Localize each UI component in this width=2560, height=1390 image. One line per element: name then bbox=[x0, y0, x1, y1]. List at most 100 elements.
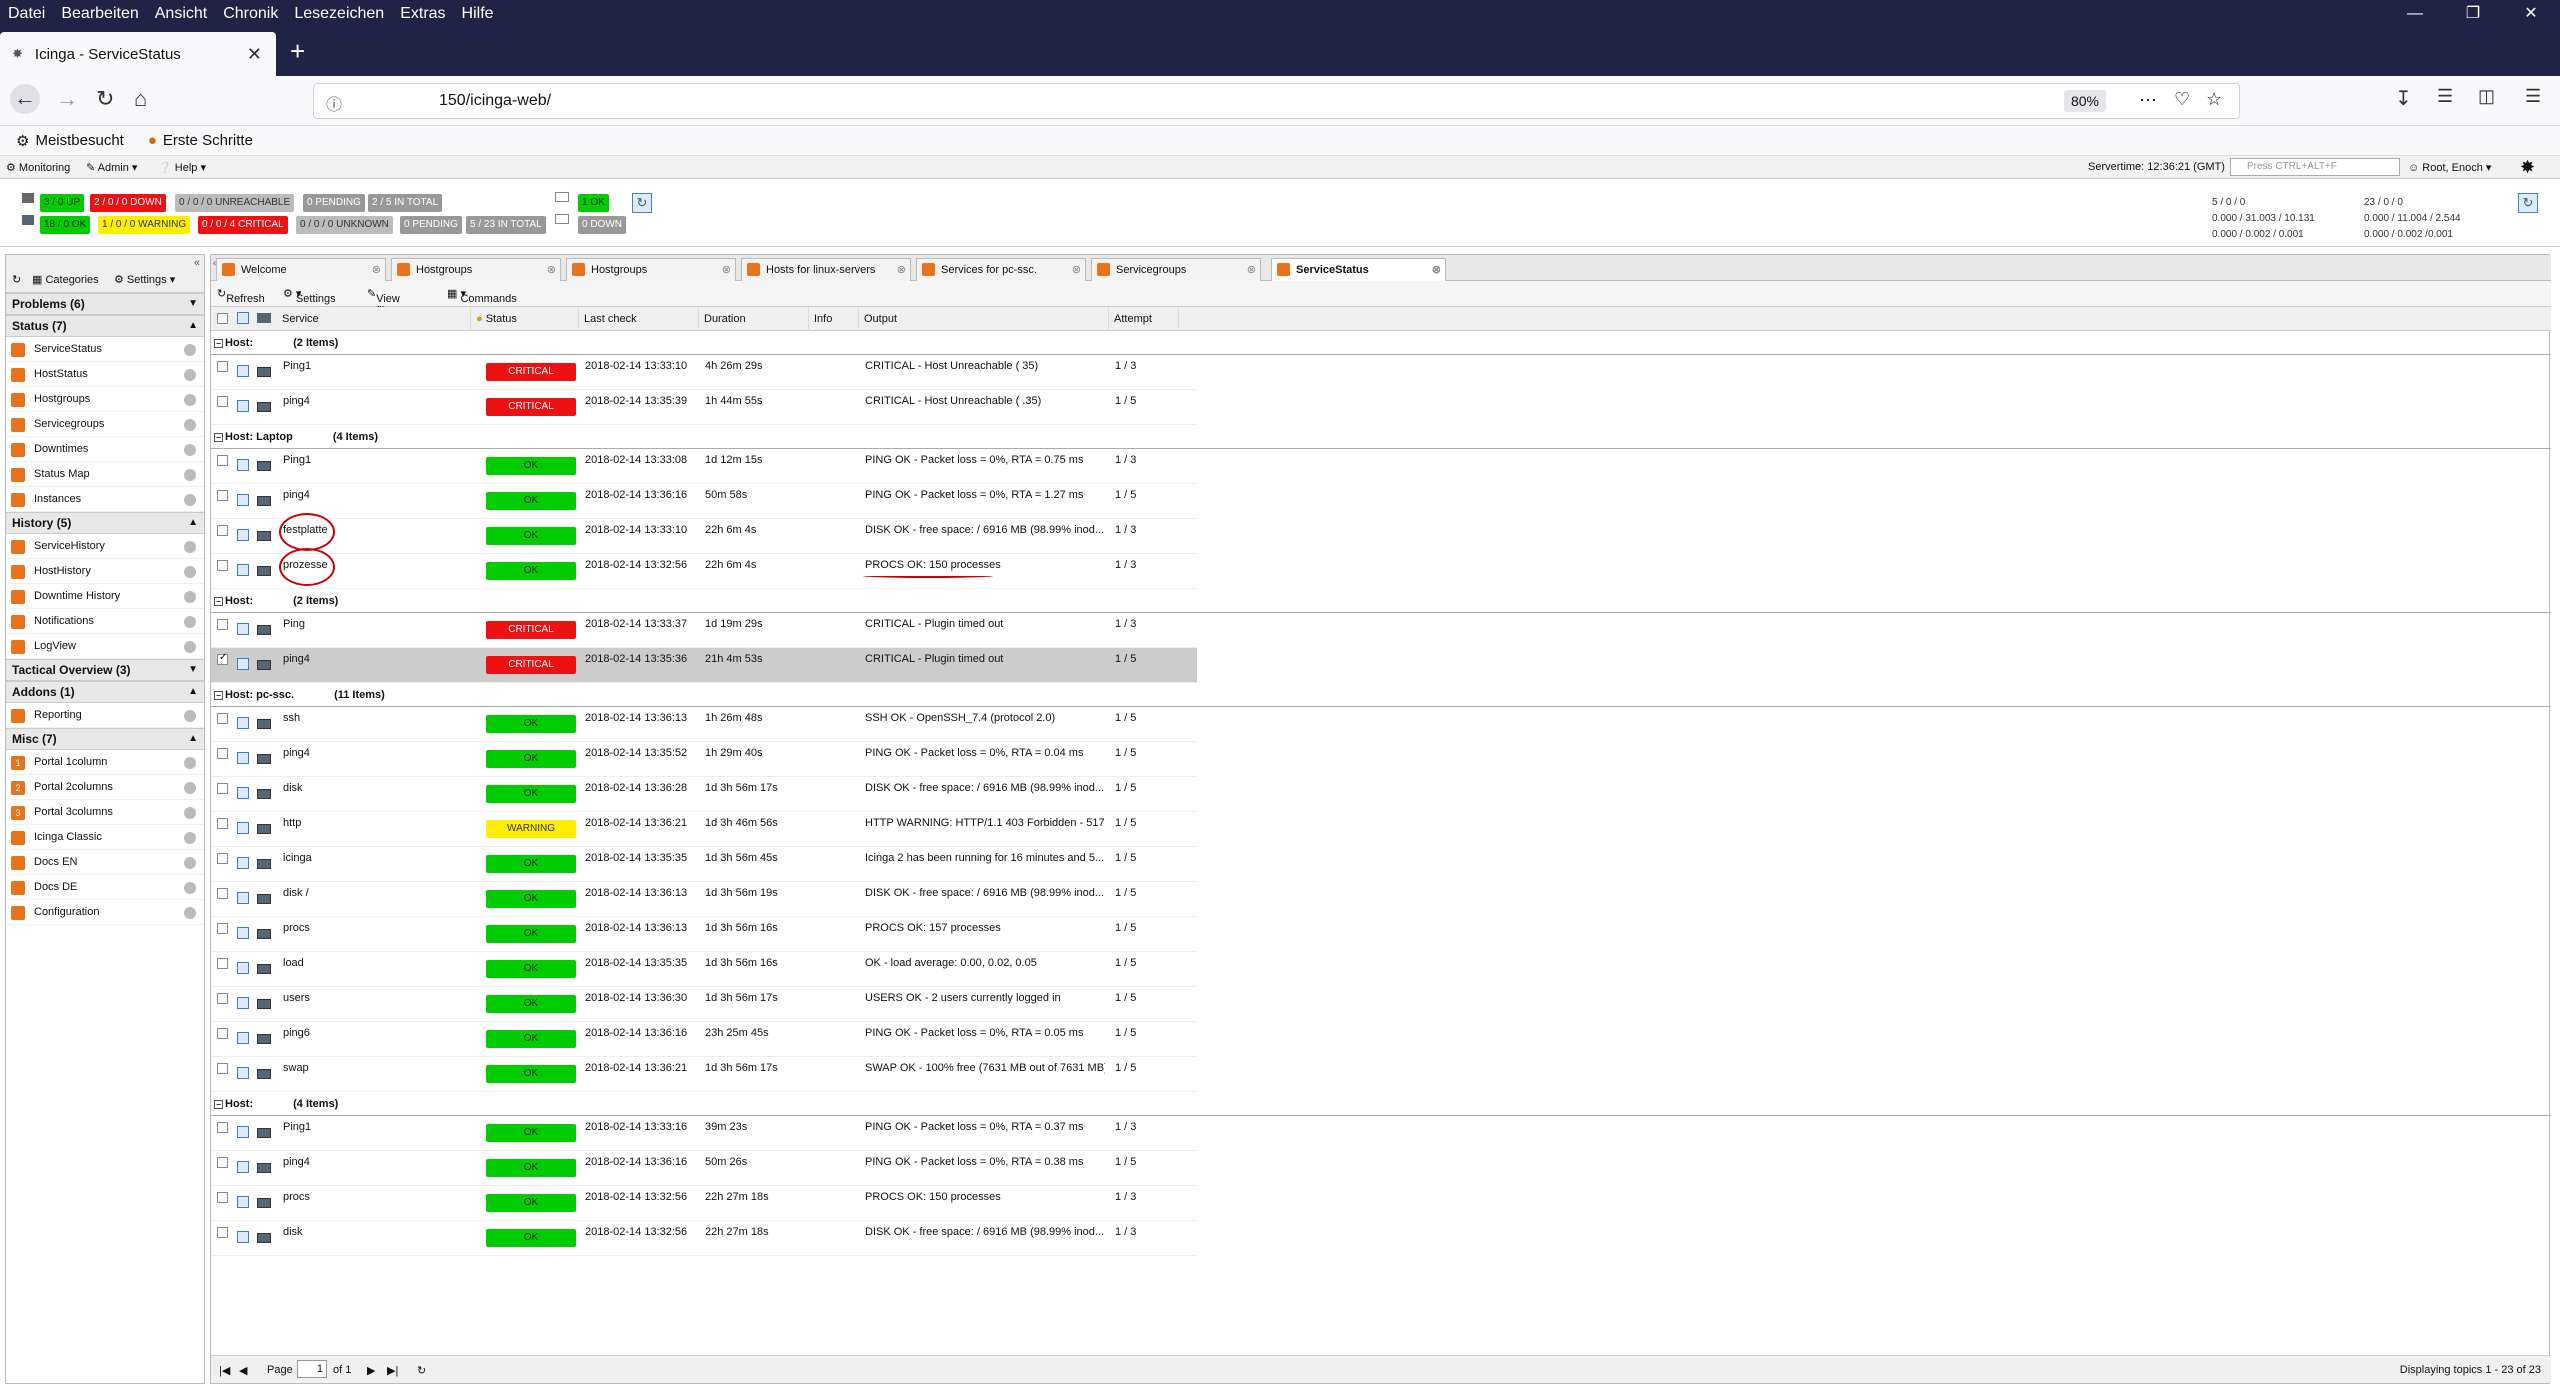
workspace-tab[interactable]: Hostgroups ⊗ bbox=[566, 258, 736, 281]
info-icon[interactable]: ⓘ bbox=[326, 91, 342, 115]
chevron-icon[interactable]: ▲ bbox=[188, 316, 198, 336]
column-info[interactable]: Info bbox=[809, 307, 859, 331]
sidebar-settings-button[interactable]: ⚙ Settings ▾ bbox=[114, 273, 175, 286]
service-graph-icon[interactable] bbox=[257, 625, 271, 635]
table-row[interactable]: ping6 OK 2018-02-14 13:36:16 23h 25m 45s PIN… bbox=[211, 1022, 1197, 1057]
row-checkbox[interactable] bbox=[217, 1227, 228, 1238]
group-toggle-icon[interactable]: − bbox=[214, 597, 223, 606]
hosts-up[interactable]: 3 / 0 UP bbox=[40, 194, 85, 212]
table-row[interactable]: Ping1 CRITICAL 2018-02-14 13:33:10 4h 26m 2… bbox=[211, 355, 1197, 390]
close-tab-icon[interactable]: ⊗ bbox=[372, 259, 381, 281]
row-checkbox[interactable] bbox=[217, 490, 228, 501]
hamburger-menu-icon[interactable]: ☰ bbox=[2525, 86, 2541, 107]
forward-icon[interactable]: → bbox=[56, 86, 78, 112]
prev-page-icon[interactable]: ◀ bbox=[239, 1364, 247, 1377]
workspace-tab[interactable]: Servicegroups ⊗ bbox=[1091, 258, 1261, 281]
table-row[interactable]: users OK 2018-02-14 13:36:30 1d 3h 56m 17s U… bbox=[211, 987, 1197, 1022]
refresh-button[interactable]: ↻ Refresh bbox=[217, 287, 265, 305]
service-info-icon[interactable] bbox=[237, 494, 249, 506]
group-toggle-icon[interactable]: − bbox=[214, 339, 223, 348]
monitoring-menu[interactable]: ⚙ Monitoring bbox=[6, 161, 70, 174]
workspace-tab[interactable]: ServiceStatus ⊗ bbox=[1271, 258, 1446, 281]
browser-tab-active[interactable]: ✸ Icinga - ServiceStatus ✕ bbox=[0, 32, 276, 76]
service-info-icon[interactable] bbox=[237, 1067, 249, 1079]
service-name[interactable]: users bbox=[283, 992, 310, 1004]
service-info-icon[interactable] bbox=[237, 1231, 249, 1243]
service-info-icon[interactable] bbox=[237, 623, 249, 635]
services-total[interactable]: 5 / 23 IN TOTAL bbox=[466, 216, 546, 234]
row-checkbox[interactable] bbox=[217, 1122, 228, 1133]
sidebar-item[interactable]: HostStatus bbox=[6, 362, 204, 387]
next-page-icon[interactable]: ▶ bbox=[367, 1364, 375, 1377]
service-name[interactable]: Ping1 bbox=[283, 1121, 311, 1133]
commands-button[interactable]: ▦ Commands ▾ bbox=[447, 287, 517, 305]
service-name[interactable]: Ping bbox=[283, 618, 305, 630]
categories-button[interactable]: ▦ Categories bbox=[32, 273, 99, 286]
service-graph-icon[interactable] bbox=[257, 1198, 271, 1208]
service-name[interactable]: ping6 bbox=[283, 1027, 310, 1039]
hosts-down[interactable]: 2 / 0 / 0 DOWN bbox=[90, 194, 166, 212]
service-graph-icon[interactable] bbox=[257, 402, 271, 412]
sidebar-item[interactable]: Downtimes bbox=[6, 437, 204, 462]
menu-chronik[interactable]: Chronik bbox=[223, 5, 278, 23]
service-graph-icon[interactable] bbox=[257, 660, 271, 670]
service-info-icon[interactable] bbox=[237, 752, 249, 764]
service-name[interactable]: ping4 bbox=[283, 1156, 310, 1168]
service-graph-icon[interactable] bbox=[257, 754, 271, 764]
chevron-icon[interactable]: ▲ bbox=[188, 682, 198, 702]
table-row[interactable]: ssh OK 2018-02-14 13:36:13 1h 26m 48s SSH OK… bbox=[211, 707, 1197, 742]
sidebar-section-header[interactable]: History (5) ▲ bbox=[6, 512, 204, 534]
service-info-icon[interactable] bbox=[237, 892, 249, 904]
service-graph-icon[interactable] bbox=[257, 1128, 271, 1138]
column-service[interactable]: Service bbox=[277, 307, 471, 331]
sidebar-item[interactable]: Hostgroups bbox=[6, 387, 204, 412]
service-info-icon[interactable] bbox=[237, 927, 249, 939]
service-name[interactable]: procs bbox=[283, 1191, 310, 1203]
close-tab-icon[interactable]: ⊗ bbox=[1072, 259, 1081, 281]
row-checkbox[interactable] bbox=[217, 560, 228, 571]
table-row[interactable]: disk OK 2018-02-14 13:32:56 22h 27m 18s DISK… bbox=[211, 1221, 1197, 1256]
service-graph-icon[interactable] bbox=[257, 496, 271, 506]
row-checkbox[interactable] bbox=[217, 748, 228, 759]
column-attempt[interactable]: Attempt bbox=[1109, 307, 1179, 331]
row-checkbox[interactable] bbox=[217, 619, 228, 630]
row-checkbox[interactable] bbox=[217, 923, 228, 934]
row-checkbox[interactable]: ✓ bbox=[217, 652, 228, 665]
service-info-icon[interactable] bbox=[237, 400, 249, 412]
sidebar-item[interactable]: LogView bbox=[6, 634, 204, 659]
sidebar-item[interactable]: Reporting bbox=[6, 703, 204, 728]
table-row[interactable]: Ping1 OK 2018-02-14 13:33:08 1d 12m 15s PING… bbox=[211, 449, 1197, 484]
restore-icon[interactable]: ❐ bbox=[2444, 0, 2502, 27]
table-row[interactable]: ✓ ping4 CRITICAL 2018-02-14 13:35:36 21h 4m … bbox=[211, 648, 1197, 683]
view-filter-button[interactable]: ✎ View filter bbox=[367, 287, 400, 317]
row-checkbox[interactable] bbox=[217, 361, 228, 372]
table-row[interactable]: ping4 OK 2018-02-14 13:36:16 50m 58s PING OK… bbox=[211, 484, 1197, 519]
service-graph-icon[interactable] bbox=[257, 964, 271, 974]
service-info-icon[interactable] bbox=[237, 529, 249, 541]
table-row[interactable]: procs OK 2018-02-14 13:36:13 1d 3h 56m 16s P… bbox=[211, 917, 1197, 952]
service-graph-icon[interactable] bbox=[257, 461, 271, 471]
menu-datei[interactable]: Datei bbox=[8, 5, 45, 23]
service-graph-icon[interactable] bbox=[257, 1233, 271, 1243]
home-icon[interactable]: ⌂ bbox=[134, 86, 147, 112]
column-last-check[interactable]: Last check bbox=[579, 307, 699, 331]
service-info-icon[interactable] bbox=[237, 1032, 249, 1044]
service-info-icon[interactable] bbox=[237, 1126, 249, 1138]
menu-ansicht[interactable]: Ansicht bbox=[155, 5, 207, 23]
minimize-icon[interactable]: — bbox=[2386, 0, 2444, 27]
close-tab-icon[interactable]: ⊗ bbox=[897, 259, 906, 281]
service-name[interactable]: ping4 bbox=[283, 747, 310, 759]
services-ok[interactable]: 18 / 0 OK bbox=[40, 216, 91, 234]
service-graph-icon[interactable] bbox=[257, 1163, 271, 1173]
grid-settings-button[interactable]: ⚙ Settings ▾ bbox=[283, 287, 336, 305]
bookmark-meistbesucht[interactable]: Meistbesucht bbox=[35, 132, 123, 149]
workspace-tab[interactable]: Hostgroups ⊗ bbox=[391, 258, 561, 281]
service-name[interactable]: disk bbox=[283, 782, 303, 794]
close-tab-icon[interactable]: ✕ bbox=[247, 44, 262, 65]
row-checkbox[interactable] bbox=[217, 958, 228, 969]
select-all-checkbox[interactable] bbox=[217, 313, 228, 324]
bookmark-erste-schritte[interactable]: Erste Schritte bbox=[163, 132, 253, 149]
table-row[interactable]: swap OK 2018-02-14 13:36:21 1d 3h 56m 17s SW… bbox=[211, 1057, 1197, 1092]
collapse-icon[interactable]: « bbox=[194, 257, 200, 269]
sidebar-item[interactable]: 2 Portal 2columns bbox=[6, 775, 204, 800]
